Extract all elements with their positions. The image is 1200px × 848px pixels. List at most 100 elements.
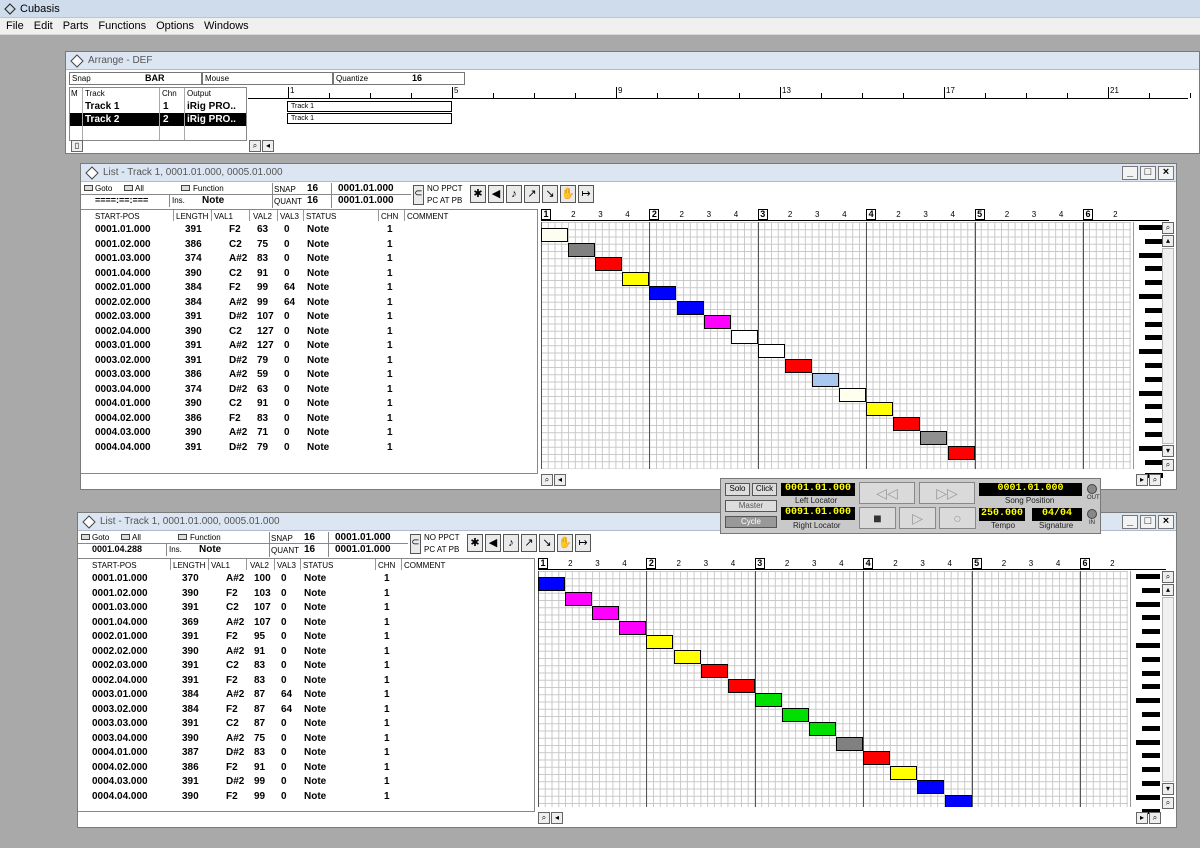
black-key[interactable] (1145, 363, 1163, 368)
black-key[interactable] (1145, 418, 1163, 424)
black-key[interactable] (1139, 445, 1163, 451)
table-row[interactable]: 0003.03.000 386 A#2 59 0 Note 1 (81, 368, 538, 382)
table-row[interactable]: 0002.02.000 390 A#2 91 0 Note 1 (78, 645, 535, 659)
table-row[interactable]: 0003.01.000 391 A#2 127 0 Note 1 (81, 339, 538, 353)
note-event[interactable] (890, 765, 918, 780)
black-key[interactable] (1145, 280, 1163, 286)
quantize-field[interactable]: Quantize 16 (333, 72, 465, 85)
black-key[interactable] (1136, 574, 1160, 579)
menu-file[interactable]: File (6, 20, 24, 32)
column-header[interactable]: COMMENT (407, 212, 448, 221)
note-event[interactable] (917, 780, 945, 794)
part-box[interactable]: Track 1 (287, 101, 452, 112)
zoom-icon[interactable]: ⌕ (538, 812, 550, 824)
note-event[interactable] (836, 736, 864, 751)
scroll-up-icon[interactable]: ▴ (1162, 235, 1174, 247)
black-key[interactable] (1136, 739, 1160, 745)
black-key[interactable] (1142, 656, 1160, 662)
arrange-scroll-left-icon[interactable]: ◂ (262, 140, 274, 152)
black-key[interactable] (1136, 601, 1160, 607)
note-event[interactable] (568, 242, 596, 257)
goto-button[interactable]: Goto (92, 533, 109, 542)
note-event[interactable] (730, 329, 758, 344)
black-key[interactable] (1136, 794, 1160, 800)
arrange-zoom-icon[interactable]: ⌕ (249, 140, 261, 152)
table-row[interactable]: 0002.04.000 390 C2 127 0 Note 1 (81, 325, 538, 339)
black-key[interactable] (1145, 376, 1163, 382)
note-event[interactable] (944, 794, 972, 807)
table-row[interactable]: 0002.03.000 391 C2 83 0 Note 1 (78, 659, 535, 673)
table-row[interactable]: 0003.04.000 390 A#2 75 0 Note 1 (78, 732, 535, 746)
maximize-icon[interactable]: □ (1140, 166, 1156, 180)
table-row[interactable]: 0001.04.000 390 C2 91 0 Note 1 (81, 267, 538, 281)
table-row[interactable]: 0004.03.000 390 A#2 71 0 Note 1 (81, 426, 538, 440)
black-key[interactable] (1142, 725, 1160, 731)
all-button[interactable]: All (132, 533, 141, 542)
insert-type[interactable]: Note (202, 195, 224, 206)
menu-options[interactable]: Options (156, 20, 194, 32)
column-header[interactable]: CHN (381, 212, 398, 221)
fast-forward-button[interactable]: ▷▷ (919, 482, 975, 504)
pc-at-pb-toggle[interactable]: PC AT PB (424, 545, 459, 554)
scroll-right-icon[interactable]: ▸ (1136, 812, 1148, 824)
scroll-up-icon[interactable]: ▴ (1162, 584, 1174, 596)
zoom-icon[interactable]: ⌕ (1162, 797, 1174, 809)
snap-value[interactable]: 16 (307, 183, 318, 194)
black-key[interactable] (1145, 459, 1163, 465)
quant-position[interactable]: 0001.01.000 (335, 544, 391, 555)
close-icon[interactable]: × (1158, 515, 1174, 529)
note-event[interactable] (649, 286, 677, 300)
column-header[interactable]: COMMENT (404, 561, 445, 570)
black-key[interactable] (1142, 629, 1160, 635)
black-key[interactable] (1145, 432, 1163, 437)
right-locator-display[interactable]: 0091.01.000 (781, 507, 855, 520)
black-key[interactable] (1142, 684, 1160, 690)
song-position-display[interactable]: 0001.01.000 (979, 483, 1082, 496)
table-row[interactable]: 0001.01.000 391 F2 63 0 Note 1 (81, 223, 538, 237)
step-icon[interactable]: ↗ (521, 534, 537, 552)
table-row[interactable]: 0002.01.000 391 F2 95 0 Note 1 (78, 630, 535, 644)
column-header[interactable]: VAL1 (211, 561, 230, 570)
step-icon[interactable]: ↗ (524, 185, 540, 203)
table-row[interactable]: 0003.04.000 374 D#2 63 0 Note 1 (81, 383, 538, 397)
note-event[interactable] (565, 591, 593, 606)
column-header[interactable]: CHN (378, 561, 395, 570)
vertical-scrollbar[interactable] (1162, 597, 1174, 782)
snap-value[interactable]: 16 (304, 532, 315, 543)
speaker-icon[interactable]: ◀ (488, 185, 504, 203)
insert-type[interactable]: Note (199, 544, 221, 555)
quant-value[interactable]: 16 (304, 544, 315, 555)
column-header[interactable]: STATUS (303, 561, 333, 570)
snap-position[interactable]: 0001.01.000 (338, 183, 394, 194)
in-icon[interactable]: ↦ (578, 185, 594, 203)
pc-at-pb-toggle[interactable]: PC AT PB (427, 196, 462, 205)
midi-filter-icon[interactable]: ✱ (467, 534, 483, 552)
speaker-icon[interactable]: ◀ (485, 534, 501, 552)
position-field[interactable]: 0001.04.288 (92, 544, 142, 554)
part-box[interactable]: Track 1 (287, 113, 452, 124)
table-row[interactable]: 0001.02.000 386 C2 75 0 Note 1 (81, 238, 538, 252)
note-event[interactable] (541, 228, 568, 242)
black-key[interactable] (1136, 698, 1160, 704)
midi-filter-icon[interactable]: ✱ (470, 185, 486, 203)
play-button[interactable]: ▷ (899, 507, 936, 529)
note-event[interactable] (839, 387, 867, 402)
table-row[interactable]: 0003.02.000 391 D#2 79 0 Note 1 (81, 354, 538, 368)
all-button[interactable]: All (135, 184, 144, 193)
column-header[interactable]: VAL2 (250, 561, 269, 570)
column-header[interactable]: VAL1 (214, 212, 233, 221)
note-event[interactable] (809, 722, 836, 736)
note-icon[interactable]: ♪ (503, 534, 519, 552)
table-row[interactable]: 0004.04.000 391 D#2 79 0 Note 1 (81, 441, 538, 455)
note-event[interactable] (700, 664, 728, 678)
note-event[interactable] (619, 620, 647, 635)
zoom-icon[interactable]: ⌕ (1162, 571, 1174, 583)
clip-icon[interactable]: ⊂ (413, 185, 424, 205)
column-header[interactable]: LENGTH (176, 212, 208, 221)
note-event[interactable] (622, 271, 650, 286)
function-button[interactable]: Function (190, 533, 221, 542)
table-row[interactable]: 0002.02.000 384 A#2 99 64 Note 1 (81, 296, 538, 310)
note-event[interactable] (812, 373, 839, 387)
zoom-icon[interactable]: ⌕ (541, 474, 553, 486)
snap-field[interactable]: Snap BAR (69, 72, 202, 85)
